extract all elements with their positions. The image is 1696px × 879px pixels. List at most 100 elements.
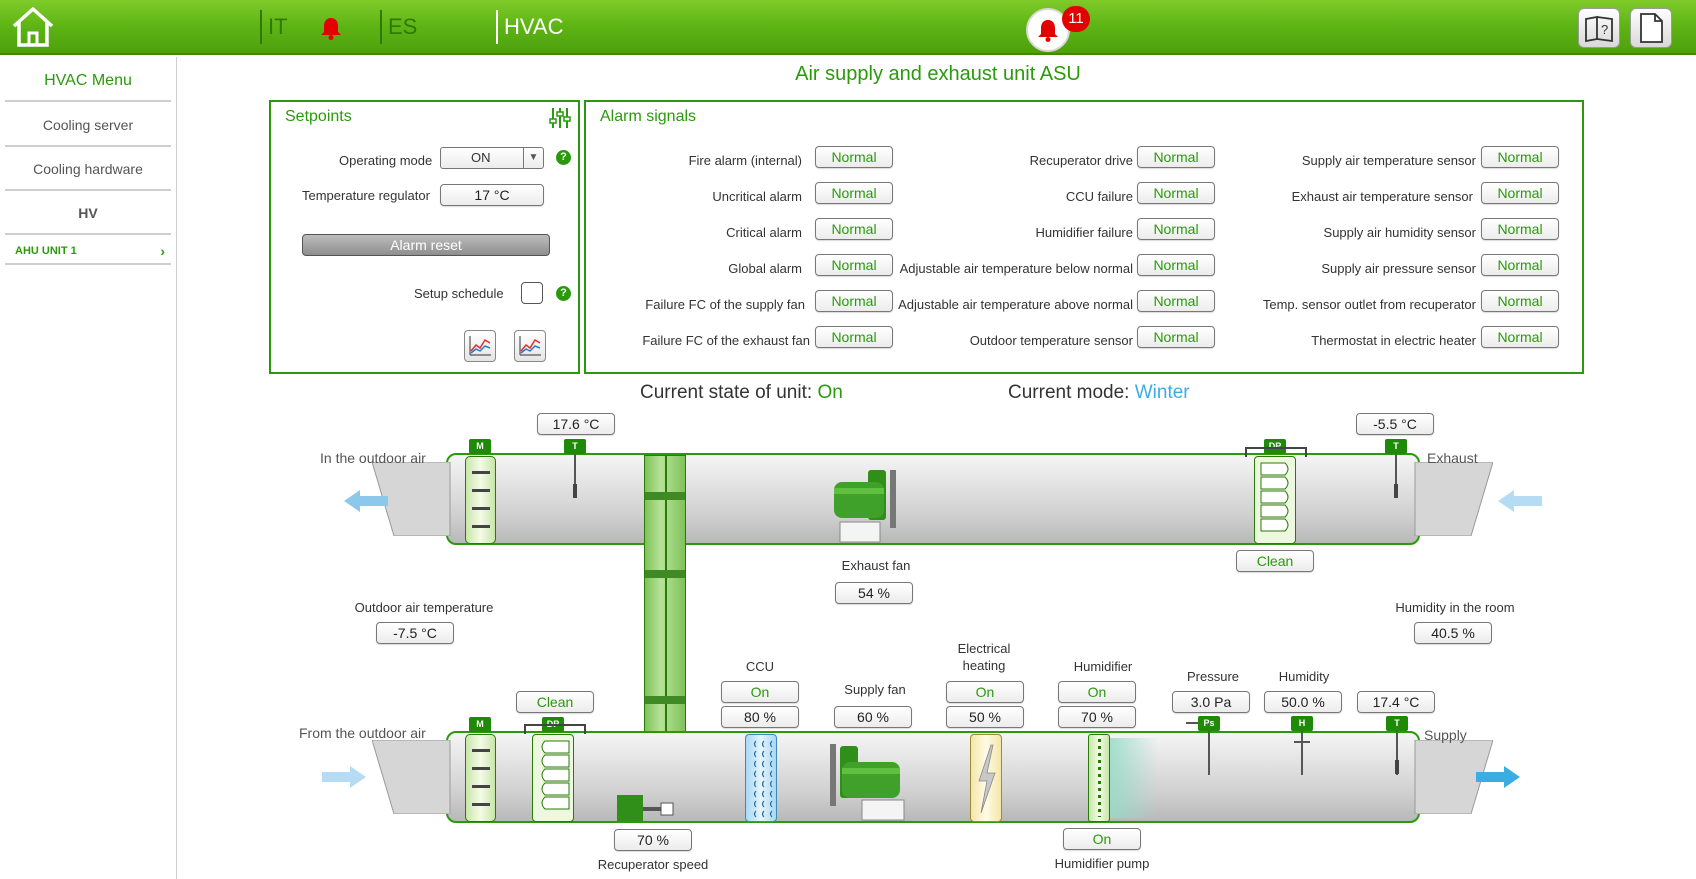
- chevron-down-icon: ▼: [523, 148, 543, 168]
- divider: [380, 10, 382, 44]
- humidity-label: Humidity: [1278, 669, 1330, 684]
- probe-tip: [573, 484, 577, 498]
- supply-filter-status: Clean: [516, 691, 594, 713]
- alarm-label: Critical alarm: [726, 225, 802, 240]
- supply-filter[interactable]: [532, 734, 574, 822]
- setup-schedule-help-icon[interactable]: ?: [556, 286, 571, 301]
- unit-state-value: On: [817, 382, 843, 403]
- operating-mode-select[interactable]: ON ▼: [440, 147, 544, 169]
- alarm-label: Adjustable air temperature above normal: [898, 297, 1133, 312]
- room-humidity-value: 40.5 %: [1414, 622, 1492, 644]
- humidity-probe-bar: [1294, 741, 1310, 743]
- alarm-status-badge: Normal: [1481, 182, 1559, 204]
- alarm-status-badge: Normal: [1137, 218, 1215, 240]
- divider: [496, 10, 498, 44]
- alarm-status-badge: Normal: [1481, 326, 1559, 348]
- arrow-left-icon: [1498, 490, 1542, 512]
- supply-inlet-cap: [372, 740, 451, 814]
- alarm-label: Supply air humidity sensor: [1323, 225, 1476, 240]
- help-manual-button[interactable]: ?: [1578, 8, 1620, 48]
- dp-line: [524, 724, 586, 734]
- sidebar-group-hv: HV: [5, 192, 171, 235]
- heating-label-line1: Electrical: [957, 641, 1011, 656]
- arrow-left-icon: [344, 490, 388, 512]
- alarm-signals-panel: Alarm signals Fire alarm (internal) Norm…: [584, 100, 1584, 374]
- arrow-right-icon: [322, 766, 366, 788]
- alarm-reset-button[interactable]: Alarm reset: [302, 234, 550, 256]
- trend-chart-button-1[interactable]: [464, 330, 496, 362]
- sidebar-item-cooling-server[interactable]: Cooling server: [5, 104, 171, 147]
- ccu-state: On: [721, 681, 799, 703]
- setpoints-title: Setpoints: [285, 108, 352, 125]
- alarm-status-badge: Normal: [1137, 254, 1215, 276]
- filter-icon: [541, 740, 570, 810]
- room-humidity-label: Humidity in the room: [1395, 600, 1515, 615]
- exhaust-filter-status: Clean: [1236, 550, 1314, 572]
- home-icon[interactable]: [10, 4, 56, 50]
- document-icon: [1640, 13, 1663, 43]
- temperature-regulator-input[interactable]: 17 °C: [440, 184, 544, 206]
- temperature-sensor-tag: T: [1385, 439, 1407, 454]
- svg-text:?: ?: [1601, 22, 1608, 37]
- operating-mode-value: ON: [471, 150, 491, 165]
- humidifier-pump-state: On: [1063, 828, 1141, 850]
- nav-es[interactable]: ES: [388, 14, 417, 40]
- alarm-label: Recuperator drive: [1029, 153, 1133, 168]
- trend-chart-button-2[interactable]: [514, 330, 546, 362]
- setup-schedule-checkbox[interactable]: [521, 282, 543, 304]
- current-mode: Current mode: Winter: [1008, 382, 1190, 404]
- sidebar-item-ahu-unit-1[interactable]: AHU UNIT 1 ›: [5, 237, 171, 265]
- alarm-label: Uncritical alarm: [712, 189, 802, 204]
- chart-icon: [519, 336, 541, 356]
- sidebar-title: HVAC Menu: [5, 59, 171, 102]
- help-book-icon: ?: [1585, 15, 1613, 43]
- heating-label-line2: heating: [962, 658, 1006, 673]
- humidity-value: 50.0 %: [1264, 691, 1342, 713]
- alarm-count-badge[interactable]: 11: [1062, 6, 1090, 32]
- alarm-label: Fire alarm (internal): [688, 153, 802, 168]
- outdoor-temp-label: Outdoor air temperature: [354, 600, 494, 615]
- operating-mode-help-icon[interactable]: ?: [556, 150, 571, 165]
- pressure-value: 3.0 Pa: [1172, 691, 1250, 713]
- sidebar: HVAC Menu Cooling server Cooling hardwar…: [0, 57, 177, 879]
- exhaust-filter[interactable]: [1254, 456, 1296, 544]
- setpoints-panel: Setpoints Operating mode ON ▼ ? Temperat…: [269, 100, 580, 374]
- electric-heater[interactable]: [970, 734, 1002, 822]
- alarm-status-badge: Normal: [1481, 218, 1559, 240]
- ccu-label: CCU: [745, 659, 775, 674]
- supply-fan-label: Supply fan: [844, 682, 906, 697]
- alarm-label: Temp. sensor outlet from recuperator: [1262, 297, 1476, 312]
- supply-label: Supply: [1424, 727, 1467, 743]
- alarm-label: Exhaust air temperature sensor: [1291, 189, 1473, 204]
- temperature-sensor-tag: T: [1386, 716, 1408, 731]
- alarm-status-badge: Normal: [815, 146, 893, 168]
- ccu-coil[interactable]: [745, 734, 777, 822]
- exhaust-out-temp-value: -5.5 °C: [1356, 413, 1434, 435]
- ccu-value: 80 %: [721, 706, 799, 728]
- humidifier-value: 70 %: [1058, 706, 1136, 728]
- document-button[interactable]: [1630, 8, 1672, 48]
- probe-tip: [1394, 484, 1398, 498]
- alarm-status-badge: Normal: [815, 254, 893, 276]
- nav-it[interactable]: IT: [268, 14, 288, 40]
- sidebar-item-cooling-hardware[interactable]: Cooling hardware: [5, 148, 171, 191]
- humidifier-mist: [1110, 738, 1158, 818]
- chevron-right-icon: ›: [160, 243, 165, 259]
- current-mode-label: Current mode:: [1008, 382, 1130, 403]
- alarm-status-badge: Normal: [1137, 326, 1215, 348]
- exhaust-fan[interactable]: [832, 470, 922, 544]
- exhaust-intake-temp-value: 17.6 °C: [537, 413, 615, 435]
- supply-fan[interactable]: [830, 744, 920, 822]
- alarm-status-badge: Normal: [815, 218, 893, 240]
- humidifier-unit[interactable]: [1088, 734, 1110, 822]
- temperature-regulator-label: Temperature regulator: [302, 188, 430, 203]
- supply-damper[interactable]: [465, 734, 496, 822]
- bell-icon[interactable]: [318, 15, 344, 41]
- sliders-icon[interactable]: [548, 106, 572, 130]
- exhaust-damper[interactable]: [465, 456, 496, 544]
- exhaust-label: Exhaust: [1427, 450, 1478, 466]
- humidity-probe: [1301, 731, 1303, 775]
- exhaust-fan-value: 54 %: [835, 582, 913, 604]
- pressure-probe: [1208, 731, 1210, 775]
- nav-hvac[interactable]: HVAC: [504, 14, 564, 40]
